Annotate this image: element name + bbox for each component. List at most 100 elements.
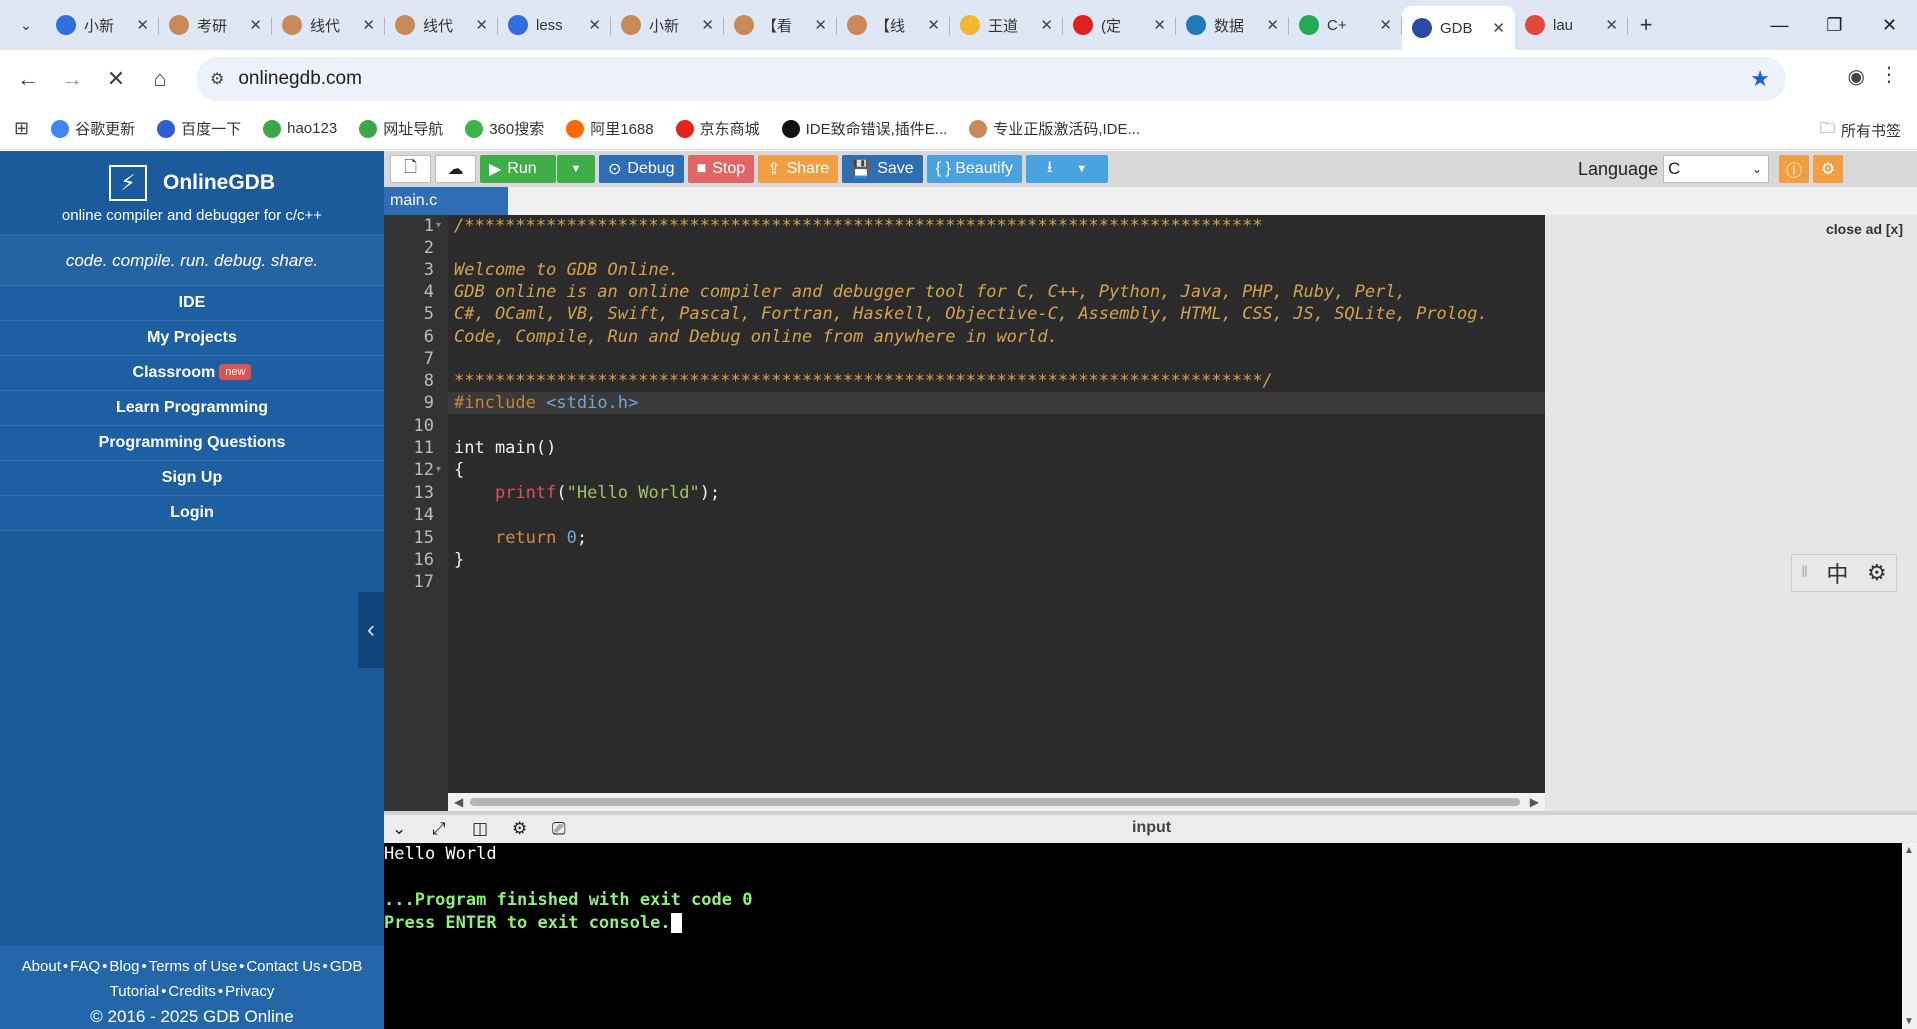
close-tab-icon[interactable]: ✕ <box>136 16 149 34</box>
close-tab-icon[interactable]: ✕ <box>362 16 375 34</box>
sidebar-item-sign-up[interactable]: Sign Up <box>0 461 384 496</box>
bookmark-item[interactable]: 专业正版激活码,IDE... <box>969 118 1140 139</box>
close-tab-icon[interactable]: ✕ <box>1266 16 1279 34</box>
bookmark-star-icon[interactable]: ★ <box>1750 66 1770 92</box>
browser-tab[interactable]: 小新 ✕ <box>611 5 724 45</box>
footer-link[interactable]: Blog <box>109 958 139 975</box>
expand-icon[interactable]: ⤢ <box>432 819 446 839</box>
run-button[interactable]: ▶ Run <box>480 155 556 183</box>
code-editor[interactable]: 1 2 3 4 5 6 7 8 9 10 11 12 13 14 15 16 17 ▾ ▾ /***********… <box>384 215 1545 811</box>
browser-tab[interactable]: 王道 ✕ <box>950 5 1063 45</box>
browser-tab[interactable]: C+ ✕ <box>1289 5 1402 45</box>
browser-tab[interactable]: (定 ✕ <box>1063 5 1176 45</box>
ime-gear-icon[interactable]: ⚙ <box>1867 560 1887 586</box>
chevron-down-icon[interactable]: ⌄ <box>392 819 406 839</box>
stop-button[interactable]: ■ Stop <box>687 155 755 183</box>
settings-button[interactable]: ⚙ <box>1813 155 1843 183</box>
bookmark-item[interactable]: IDE致命错误,插件E... <box>781 118 947 139</box>
fold-arrow-icon[interactable]: ▾ <box>436 459 441 481</box>
language-select[interactable]: C ⌄ <box>1663 155 1769 183</box>
restore-icon[interactable]: ❐ <box>1807 0 1862 50</box>
browser-tab[interactable]: 考研 ✕ <box>159 5 272 45</box>
sidebar-item-programming-questions[interactable]: Programming Questions <box>0 426 384 461</box>
clear-console-icon[interactable]: ⎚ <box>552 819 566 839</box>
drag-handle-icon[interactable]: ‖ <box>1801 564 1808 582</box>
menu-kebab-icon[interactable]: ⋮ <box>1879 62 1899 87</box>
code-area[interactable]: /***************************************… <box>448 215 1545 811</box>
footer-link[interactable]: GDB <box>330 958 363 975</box>
layout-icon[interactable]: ◫ <box>472 819 488 839</box>
omnibox[interactable]: ⚙ onlinegdb.com ★ <box>196 57 1786 101</box>
bookmark-item[interactable]: 京东商城 <box>675 118 760 139</box>
browser-tab[interactable]: lau ✕ <box>1515 5 1628 45</box>
scroll-down-icon[interactable]: ▼ <box>1904 1016 1914 1027</box>
scroll-right-icon[interactable]: ▶ <box>1530 793 1539 811</box>
new-file-button[interactable]: 🗋 <box>390 155 431 183</box>
all-bookmarks[interactable]: 🗀 所有书签 <box>1820 118 1901 143</box>
close-tab-icon[interactable]: ✕ <box>1379 16 1392 34</box>
download-button[interactable]: ⭳ ▼ <box>1026 155 1109 183</box>
sidebar-item-ide[interactable]: IDE <box>0 286 384 321</box>
footer-link[interactable]: FAQ <box>70 958 100 975</box>
ime-toolbar[interactable]: ‖ 中 ⚙ <box>1791 554 1897 592</box>
console-vertical-scrollbar[interactable]: ▲ ▼ <box>1902 843 1917 1029</box>
scroll-up-icon[interactable]: ▲ <box>1904 845 1914 856</box>
info-button[interactable]: ⓘ <box>1779 155 1809 183</box>
close-tab-icon[interactable]: ✕ <box>701 16 714 34</box>
close-ad-link[interactable]: close ad [x] <box>1826 221 1903 237</box>
bookmark-item[interactable]: 百度一下 <box>157 118 241 139</box>
bookmark-item[interactable]: hao123 <box>263 119 337 138</box>
footer-link[interactable]: About <box>22 958 61 975</box>
close-window-icon[interactable]: ✕ <box>1862 0 1917 50</box>
browser-tab[interactable]: GDB ✕ <box>1402 6 1515 50</box>
console-output[interactable]: Hello World ...Program finished with exi… <box>384 843 1902 1029</box>
browser-tab[interactable]: 【看 ✕ <box>724 5 837 45</box>
sidebar-item-login[interactable]: Login <box>0 496 384 531</box>
bookmark-item[interactable]: 谷歌更新 <box>51 118 135 139</box>
logo-block[interactable]: ⚡ OnlineGDB online compiler and debugger… <box>0 151 384 235</box>
browser-tab[interactable]: 数据 ✕ <box>1176 5 1289 45</box>
profile-icon[interactable]: ◉ <box>1848 64 1865 89</box>
console-gear-icon[interactable]: ⚙ <box>512 819 527 839</box>
footer-link[interactable]: Contact Us <box>246 958 320 975</box>
close-tab-icon[interactable]: ✕ <box>475 16 488 34</box>
bookmark-item[interactable]: 阿里1688 <box>566 118 654 139</box>
upload-button[interactable]: ☁ <box>435 155 476 183</box>
close-tab-icon[interactable]: ✕ <box>1605 16 1618 34</box>
beautify-button[interactable]: { } Beautify <box>926 155 1023 183</box>
scrollbar-thumb[interactable] <box>470 798 1520 806</box>
footer-link[interactable]: Tutorial <box>110 983 159 1000</box>
browser-tab[interactable]: less ✕ <box>498 5 611 45</box>
browser-tab[interactable]: 线代 ✕ <box>385 5 498 45</box>
run-options-button[interactable]: ▼ <box>557 155 595 183</box>
close-tab-icon[interactable]: ✕ <box>814 16 827 34</box>
bookmark-item[interactable]: 360搜索 <box>465 118 544 139</box>
new-tab-icon[interactable]: + <box>1628 12 1664 38</box>
close-tab-icon[interactable]: ✕ <box>249 16 262 34</box>
debug-button[interactable]: ⊙ Debug <box>599 155 684 183</box>
bookmark-item[interactable]: 网址导航 <box>359 118 443 139</box>
footer-link[interactable]: Credits <box>168 983 216 1000</box>
sidebar-item-my-projects[interactable]: My Projects <box>0 321 384 356</box>
horizontal-scrollbar[interactable]: ◀ ▶ <box>448 793 1545 811</box>
sidebar-item-classroom[interactable]: Classroom new <box>0 356 384 391</box>
close-tab-icon[interactable]: ✕ <box>588 16 601 34</box>
footer-link[interactable]: Privacy <box>225 983 274 1000</box>
file-tab-main[interactable]: main.c <box>384 187 508 215</box>
ime-language-toggle[interactable]: 中 <box>1826 557 1848 589</box>
home-icon[interactable]: ⌂ <box>138 66 182 92</box>
browser-tab[interactable]: 【线 ✕ <box>837 5 950 45</box>
close-tab-icon[interactable]: ✕ <box>1153 16 1166 34</box>
close-tab-icon[interactable]: ✕ <box>1492 19 1505 37</box>
fold-arrow-icon[interactable]: ▾ <box>436 215 441 237</box>
close-tab-icon[interactable]: ✕ <box>927 16 940 34</box>
browser-tab[interactable]: 小新 ✕ <box>46 5 159 45</box>
forward-icon[interactable]: → <box>50 66 94 92</box>
back-icon[interactable]: ← <box>6 66 50 92</box>
tab-search-icon[interactable]: ⌄ <box>6 5 46 45</box>
share-button[interactable]: ⇪ Share <box>758 155 839 183</box>
minimize-icon[interactable]: — <box>1752 0 1807 50</box>
sidebar-item-learn-programming[interactable]: Learn Programming <box>0 391 384 426</box>
footer-link[interactable]: Terms of Use <box>149 958 237 975</box>
site-info-icon[interactable]: ⚙ <box>210 69 224 89</box>
